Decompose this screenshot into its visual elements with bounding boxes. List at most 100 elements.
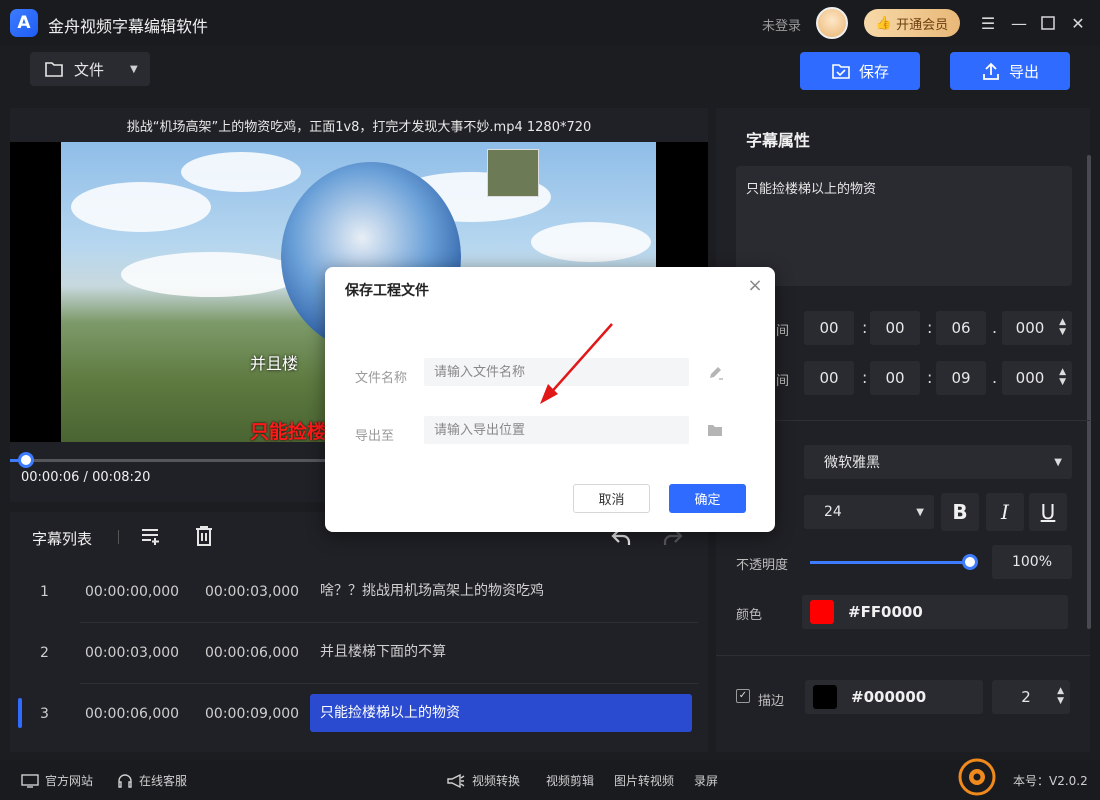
- record-link[interactable]: 录屏: [694, 772, 718, 789]
- subtitle-row[interactable]: 2 00:00:03,000 00:00:06,000 并且楼梯下面的不算: [10, 623, 708, 683]
- maximize-icon[interactable]: [1036, 11, 1060, 35]
- scrollbar[interactable]: [1087, 155, 1091, 629]
- cancel-button[interactable]: 取消: [573, 484, 650, 513]
- avatar[interactable]: [816, 7, 848, 39]
- end-minute-field[interactable]: 00: [870, 361, 920, 395]
- start-minute-field[interactable]: 00: [870, 311, 920, 345]
- confirm-button[interactable]: 确定: [669, 484, 746, 513]
- dialog-title: 保存工程文件: [345, 283, 429, 299]
- menu-icon[interactable]: ☰: [976, 11, 1000, 35]
- row-text[interactable]: 只能捡楼梯以上的物资: [310, 694, 692, 732]
- login-status[interactable]: 未登录: [762, 15, 801, 34]
- close-icon[interactable]: ✕: [1066, 11, 1090, 35]
- bold-button[interactable]: B: [941, 493, 979, 531]
- stroke-checkbox[interactable]: ✓: [736, 689, 750, 703]
- end-hour-field[interactable]: 00: [804, 361, 854, 395]
- subtitle-text-field[interactable]: 只能捡楼梯以上的物资: [736, 166, 1072, 286]
- export-label: 导出: [1008, 62, 1039, 81]
- annotation-arrow: [540, 323, 613, 404]
- thumb-up-icon: 👍: [875, 15, 893, 31]
- start-second-field[interactable]: 06: [936, 311, 986, 345]
- export-path-label: 导出至: [355, 429, 395, 444]
- close-icon[interactable]: ×: [746, 277, 764, 295]
- row-end-time: 00:00:03,000: [205, 584, 300, 600]
- stroke-width-value: 2: [1021, 688, 1031, 706]
- headset-icon: [118, 773, 132, 788]
- row-start-time: 00:00:03,000: [85, 645, 180, 661]
- dot: .: [992, 318, 998, 337]
- font-family-value: 微软雅黑: [824, 455, 880, 471]
- video-subtitle-red: 只能捡楼: [250, 421, 327, 443]
- vip-button[interactable]: 👍 开通会员: [864, 9, 960, 37]
- row-text[interactable]: 并且楼梯下面的不算: [310, 633, 692, 671]
- add-subtitle-icon[interactable]: [140, 524, 162, 548]
- end-second-field[interactable]: 09: [936, 361, 986, 395]
- export-button[interactable]: 导出: [950, 52, 1070, 90]
- italic-button[interactable]: I: [986, 493, 1024, 531]
- folder-icon[interactable]: [707, 423, 723, 437]
- chevron-down-icon: ▼: [1054, 457, 1062, 468]
- stroke-width-field[interactable]: 2 ▲ ▼: [992, 680, 1070, 714]
- convert-link[interactable]: 视频转换: [446, 772, 520, 789]
- color-swatch[interactable]: [810, 600, 834, 624]
- divider: [118, 530, 119, 544]
- image-to-video-link[interactable]: 图片转视频: [614, 772, 674, 789]
- opacity-slider[interactable]: [810, 561, 970, 564]
- start-ms-value: 000: [1015, 319, 1045, 337]
- stroke-color-swatch[interactable]: [813, 685, 837, 709]
- support-label: 在线客服: [139, 774, 188, 788]
- spinner-icon[interactable]: ▲ ▼: [1059, 367, 1066, 387]
- folder-icon: [45, 62, 63, 77]
- color-label: 颜色: [736, 608, 763, 623]
- support-link[interactable]: 在线客服: [117, 772, 187, 789]
- current-time: 00:00:06: [21, 470, 80, 485]
- spinner-icon[interactable]: ▲ ▼: [1057, 686, 1064, 706]
- subtitle-row[interactable]: 1 00:00:00,000 00:00:03,000 啥？？挑战用机场高架上的…: [10, 562, 708, 622]
- minimize-icon[interactable]: —: [1007, 11, 1031, 35]
- properties-title: 字幕属性: [746, 131, 811, 150]
- time-separator: /: [83, 470, 88, 485]
- underline-button[interactable]: U: [1029, 493, 1067, 531]
- file-label: 文件: [74, 60, 105, 79]
- edit-link[interactable]: 视频剪辑: [546, 772, 594, 789]
- progress-handle[interactable]: [18, 452, 34, 468]
- font-family-select[interactable]: 微软雅黑 ▼: [804, 445, 1072, 479]
- dot: .: [992, 368, 998, 387]
- start-time-label: 间: [776, 324, 790, 339]
- end-ms-value: 000: [1015, 369, 1045, 387]
- video-file-title: 挑战“机场高架”上的物资吃鸡，正面1v8，打完才发现大事不妙.mp4 1280*…: [126, 120, 592, 135]
- subtitle-row-selected[interactable]: 3 00:00:06,000 00:00:09,000 只能捡楼梯以上的物资: [10, 684, 708, 744]
- row-number: 1: [40, 584, 49, 600]
- stroke-color-field[interactable]: #000000: [805, 680, 983, 714]
- opacity-slider-handle[interactable]: [962, 554, 978, 570]
- file-menu-button[interactable]: 文件 ▼: [30, 52, 150, 86]
- spinner-icon[interactable]: ▲ ▼: [1059, 317, 1066, 337]
- colon: :: [927, 318, 933, 337]
- font-size-select[interactable]: 24 ▼: [804, 495, 934, 529]
- row-text[interactable]: 啥？？挑战用机场高架上的物资吃鸡: [310, 572, 692, 610]
- opacity-value-field[interactable]: 100%: [992, 545, 1072, 579]
- video-subtitle-white: 并且楼: [250, 354, 299, 373]
- row-number: 2: [40, 645, 49, 661]
- total-time: 00:08:20: [92, 470, 151, 485]
- stroke-color-value: #000000: [851, 688, 927, 706]
- file-name-label: 文件名称: [355, 371, 408, 386]
- convert-label: 视频转换: [472, 774, 521, 788]
- edit-pencil-icon[interactable]: [707, 365, 725, 381]
- export-path-input[interactable]: [424, 416, 689, 444]
- save-button[interactable]: 保存: [800, 52, 920, 90]
- subtitle-list-title: 字幕列表: [32, 530, 93, 548]
- start-ms-field[interactable]: 000 ▲ ▼: [1002, 311, 1072, 345]
- color-field[interactable]: #FF0000: [802, 595, 1068, 629]
- row-start-time: 00:00:00,000: [85, 584, 180, 600]
- color-value: #FF0000: [848, 603, 923, 621]
- start-hour-field[interactable]: 00: [804, 311, 854, 345]
- trash-icon[interactable]: [193, 524, 215, 548]
- website-label: 官方网站: [45, 774, 94, 788]
- save-icon: [832, 64, 850, 79]
- monitor-icon: [21, 773, 39, 788]
- row-end-time: 00:00:06,000: [205, 645, 300, 661]
- vip-label: 开通会员: [896, 17, 949, 33]
- end-ms-field[interactable]: 000 ▲ ▼: [1002, 361, 1072, 395]
- website-link[interactable]: 官方网站: [21, 772, 93, 789]
